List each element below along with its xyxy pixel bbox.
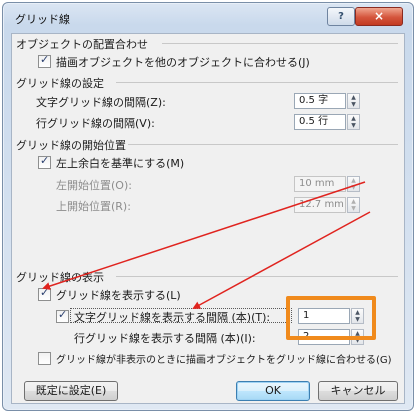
arrow-to-show-grid xyxy=(42,181,366,290)
arrow-to-char-interval xyxy=(192,211,371,309)
annotation-arrows xyxy=(42,181,371,309)
